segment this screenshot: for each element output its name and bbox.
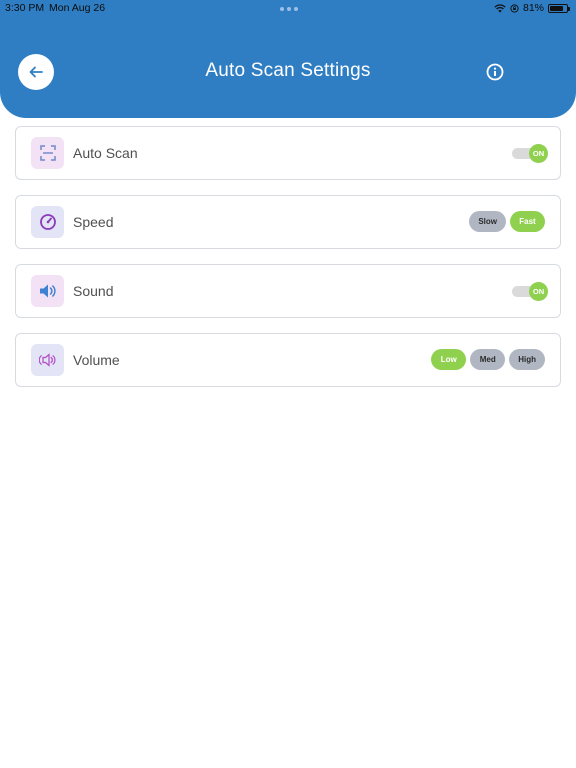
setting-label: Auto Scan bbox=[73, 145, 138, 161]
toggle-knob: ON bbox=[529, 144, 548, 163]
status-bar: 3:30 PM Mon Aug 26 81% bbox=[0, 0, 576, 16]
battery-icon bbox=[548, 3, 570, 13]
setting-speed: Speed Slow Fast bbox=[15, 195, 561, 249]
setting-label: Speed bbox=[73, 214, 114, 230]
status-time: 3:30 PM bbox=[5, 2, 45, 14]
settings-list: Auto Scan ON Speed Slow Fast Sound ON Vo… bbox=[15, 126, 561, 402]
wifi-icon bbox=[494, 3, 506, 12]
info-button[interactable] bbox=[486, 63, 504, 81]
setting-label: Volume bbox=[73, 352, 120, 368]
battery-fill bbox=[550, 5, 563, 11]
volume-option-med[interactable]: Med bbox=[470, 349, 506, 370]
status-indicators: 81% bbox=[494, 2, 570, 14]
setting-label: Sound bbox=[73, 283, 114, 299]
sound-toggle[interactable]: ON bbox=[512, 282, 548, 301]
battery-percent: 81% bbox=[522, 2, 544, 14]
volume-option-low[interactable]: Low bbox=[431, 349, 467, 370]
speed-options: Slow Fast bbox=[469, 211, 545, 232]
volume-options: Low Med High bbox=[431, 349, 545, 370]
header: 3:30 PM Mon Aug 26 81% Auto Scan Setting bbox=[0, 0, 576, 118]
speed-option-slow[interactable]: Slow bbox=[469, 211, 506, 232]
volume-icon bbox=[31, 344, 64, 376]
volume-option-high[interactable]: High bbox=[509, 349, 545, 370]
auto-scan-toggle[interactable]: ON bbox=[512, 144, 548, 163]
setting-auto-scan: Auto Scan ON bbox=[15, 126, 561, 180]
speedometer-icon bbox=[31, 206, 64, 238]
setting-sound: Sound ON bbox=[15, 264, 561, 318]
setting-volume: Volume Low Med High bbox=[15, 333, 561, 387]
speaker-icon bbox=[31, 275, 64, 307]
toggle-knob: ON bbox=[529, 282, 548, 301]
scan-frame-icon bbox=[31, 137, 64, 169]
status-date: Mon Aug 26 bbox=[49, 2, 106, 14]
speed-option-fast[interactable]: Fast bbox=[510, 211, 545, 232]
multitasking-dots-icon[interactable] bbox=[280, 7, 298, 11]
orientation-lock-icon bbox=[510, 3, 519, 13]
